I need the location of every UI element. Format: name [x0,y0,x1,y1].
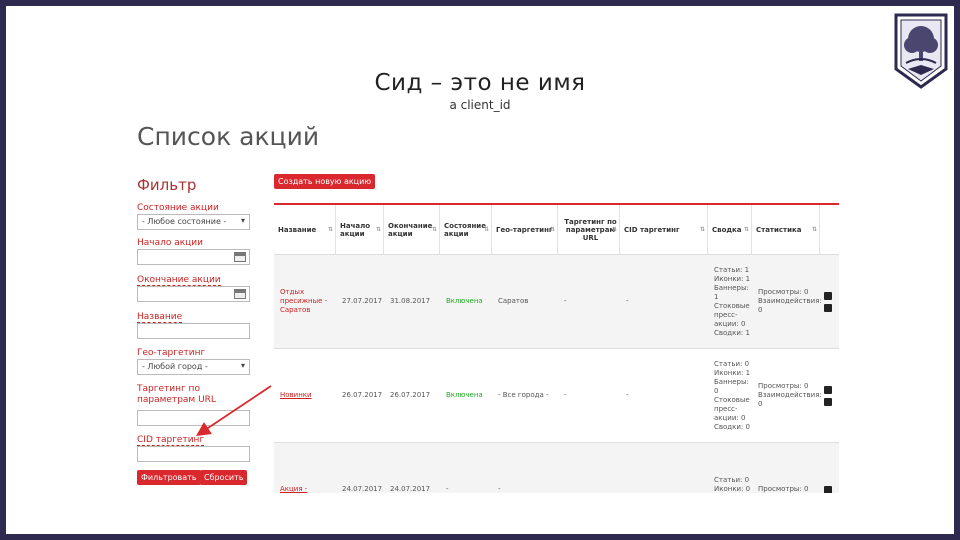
sort-icon: ⇅ [811,226,817,233]
chevron-down-icon: ▾ [240,361,245,370]
url-filter-label: Таргетинг по параметрам URL [137,384,216,405]
status-cell: - [446,485,449,493]
column-header[interactable]: Гео-таргетинг ⇅ [492,205,558,255]
status-filter-label: Состояние акции [137,203,219,213]
column-header[interactable]: CID таргетинг ⇅ [620,205,708,255]
column-header[interactable]: Начало акции ⇅ [336,205,384,255]
cid-target-cell: - [626,391,629,399]
start-date-cell: 24.07.2017 [342,485,383,493]
sort-icon: ⇅ [699,226,705,233]
status-cell: Включена [446,297,483,305]
cid-target-cell: - [626,297,629,305]
geo-cell: - Все города - [498,391,549,399]
filter-heading: Фильтр [137,176,197,194]
sort-icon: ⇅ [483,226,489,233]
column-header-label: CID таргетинг [624,226,680,234]
summary-cell: Статьи: 0 Иконки: 0 Баннеры: [714,476,751,493]
table-header: Название ⇅ Начало акции ⇅ Окончание акции ⇅… [274,205,839,255]
column-header-label: Гео-таргетинг [496,226,553,234]
start-date-cell: 27.07.2017 [342,297,383,305]
summary-cell: Статьи: 1 Иконки: 1 Баннеры: 1 Стоковые … [714,265,751,337]
table-row: Акция - 24.07.2017 24.07.2017 - - Статьи… [274,443,839,493]
sort-icon: ⇅ [743,226,749,233]
column-header[interactable]: Сводка ⇅ [708,205,752,255]
start-date-input[interactable] [137,249,250,265]
slide: Сид – это не имя а client_id Список акци… [6,6,954,534]
url-filter-input[interactable] [137,410,250,426]
cid-filter-label: CID таргетинг [137,435,205,446]
status-filter-select[interactable]: - Любое состояние - ▾ [137,214,250,230]
reset-button[interactable]: Сбросить [200,470,248,485]
stats-cell: Просмотры: 0 [758,485,809,493]
row-actions [824,349,836,442]
sort-icon: ⇅ [611,226,617,233]
calendar-icon[interactable] [234,289,246,299]
column-header-label: Название [278,226,317,234]
promo-name-link[interactable]: Отдых пресижные - Саратов [274,255,336,348]
column-header-label: Статистика [756,226,802,234]
url-target-cell [558,443,620,493]
end-date-cell: 31.08.2017 [390,297,431,305]
stats-cell: Просмотры: 0 Взаимодействия: 0 [758,382,822,408]
column-header-label: Таргетинг по параметрам URL [564,218,617,242]
name-filter-input[interactable] [137,323,250,339]
slide-subtitle: а client_id [449,98,511,112]
start-date-label: Начало акции [137,238,204,248]
column-header[interactable]: Окончание акции ⇅ [384,205,440,255]
table-row: Отдых пресижные - Саратов 27.07.2017 31.… [274,255,839,349]
sort-icon: ⇅ [327,226,333,233]
calendar-icon[interactable] [234,252,246,262]
column-header[interactable]: Название ⇅ [274,205,336,255]
url-target-cell: - [564,297,567,305]
edit-icon[interactable] [824,385,832,394]
table-row: Новинки 26.07.2017 26.07.2017 Включена -… [274,349,839,443]
status-cell: Включена [446,391,483,399]
filter-button[interactable]: Фильтровать [137,470,201,485]
edit-icon[interactable] [824,291,832,300]
delete-icon[interactable] [824,303,832,312]
end-date-label: Окончание акции [137,275,221,286]
stats-cell: Просмотры: 0 Взаимодействия: 0 [758,288,822,314]
geo-cell: - [498,485,501,493]
row-actions [824,255,836,348]
slide-title: Сид – это не имя [374,70,586,96]
sort-icon: ⇅ [431,226,437,233]
end-date-cell: 26.07.2017 [390,391,431,399]
column-header[interactable]: Статистика ⇅ [752,205,820,255]
end-date-cell: 24.07.2017 [390,485,431,493]
geo-filter-select[interactable]: - Любой город - ▾ [137,359,250,375]
end-date-input[interactable] [137,286,250,302]
cid-target-cell [620,443,708,493]
promo-name-link[interactable]: Акция - [274,443,336,493]
geo-filter-value: - Любой город - [142,362,208,371]
name-filter-label: Название [137,312,183,323]
column-header-label: Сводка [712,226,742,234]
edit-icon[interactable] [824,485,832,493]
summary-cell: Статьи: 0 Иконки: 1 Баннеры: 0 Стоковые … [714,359,751,431]
sort-icon: ⇅ [549,226,555,233]
promo-name-link[interactable]: Новинки [274,349,336,442]
cid-filter-input[interactable] [137,446,250,462]
column-header[interactable]: Состояние акции ⇅ [440,205,492,255]
delete-icon[interactable] [824,397,832,406]
geo-cell: Саратов [498,297,529,305]
column-header[interactable]: Таргетинг по параметрам URL ⇅ [558,205,620,255]
start-date-cell: 26.07.2017 [342,391,383,399]
page-title: Список акций [137,122,320,151]
url-target-cell: - [564,391,567,399]
promos-table: Название ⇅ Начало акции ⇅ Окончание акции ⇅… [274,203,839,493]
geo-filter-label: Гео-таргетинг [137,348,206,358]
status-filter-value: - Любое состояние - [142,217,227,226]
sort-icon: ⇅ [375,226,381,233]
chevron-down-icon: ▾ [240,216,245,225]
create-promo-button[interactable]: Создать новую акцию [274,174,376,189]
row-actions [824,443,836,493]
